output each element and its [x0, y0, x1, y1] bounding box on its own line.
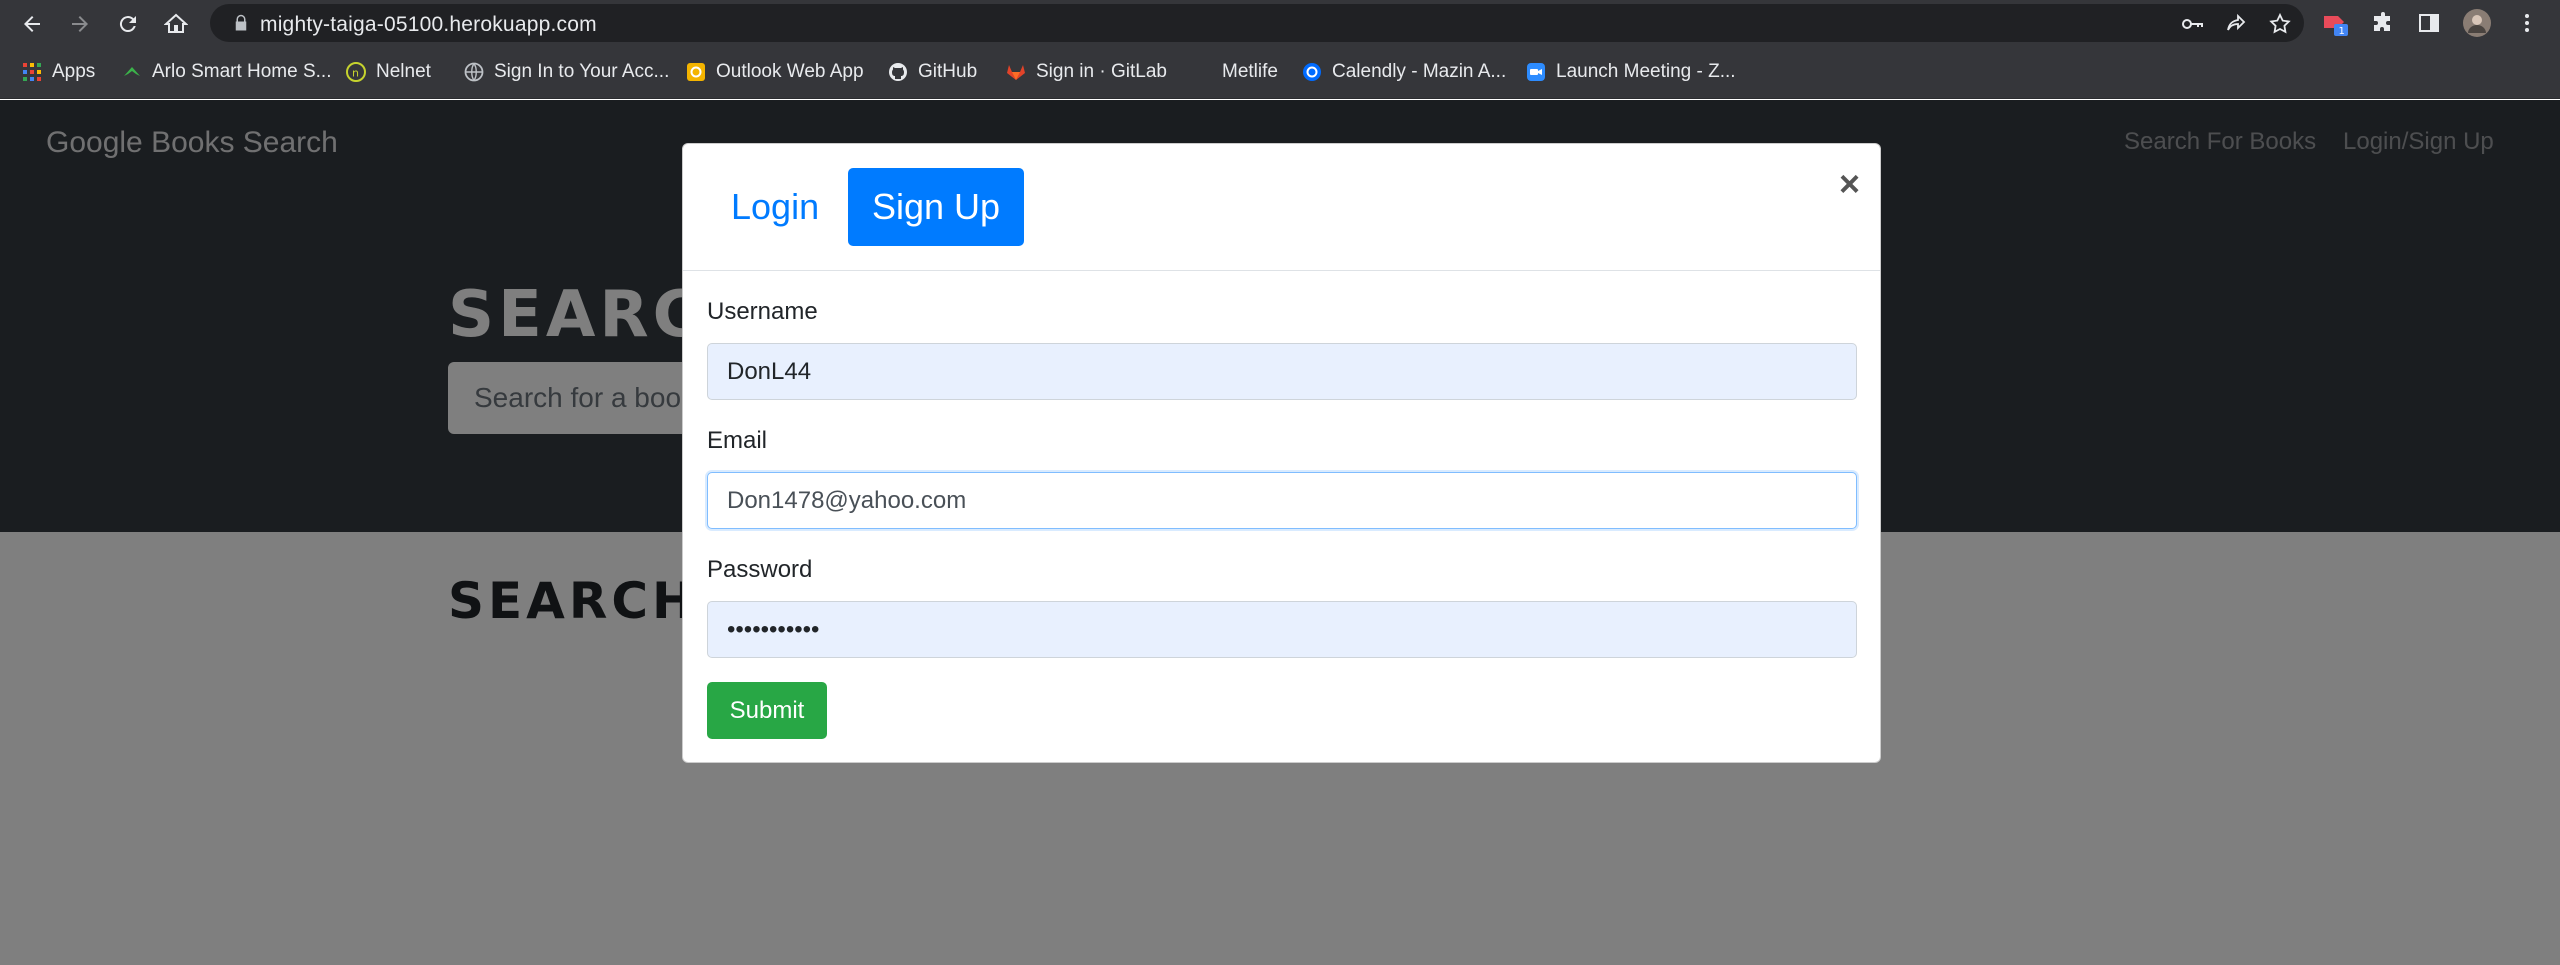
modal-header: Login Sign Up ×	[683, 144, 1880, 271]
submit-button[interactable]: Submit	[707, 682, 827, 739]
bookmark-calendly[interactable]: Calendly - Mazin A...	[1302, 57, 1506, 87]
metlife-icon	[1192, 62, 1212, 82]
reload-icon[interactable]	[110, 6, 146, 42]
profile-avatar[interactable]	[2462, 8, 2492, 38]
address-bar[interactable]: mighty-taiga-05100.herokuapp.com	[210, 4, 2304, 42]
arlo-icon	[124, 67, 140, 76]
extensions-puzzle-icon[interactable]	[2368, 8, 2398, 38]
bookmark-outlook[interactable]: Outlook Web App	[686, 57, 864, 87]
signup-modal: Login Sign Up × Username DonL44 Email Do…	[682, 143, 1881, 763]
bookmark-metlife[interactable]: Metlife	[1192, 57, 1278, 87]
share-icon[interactable]	[2224, 12, 2248, 36]
gitlab-icon	[1007, 65, 1025, 80]
outlook-icon	[687, 63, 705, 81]
key-icon[interactable]	[2180, 12, 2204, 36]
forward-icon[interactable]	[62, 6, 98, 42]
bookmark-gitlab[interactable]: Sign in · GitLab	[1006, 57, 1167, 87]
bookmark-zoom[interactable]: Launch Meeting - Z...	[1526, 57, 1736, 87]
bookmark-sign-in[interactable]: Sign In to Your Acc...	[464, 57, 669, 87]
email-label: Email	[707, 427, 768, 454]
browser-toolbar: mighty-taiga-05100.herokuapp.com 1	[0, 0, 2560, 47]
bookmark-nelnet[interactable]: n Nelnet	[346, 57, 431, 87]
side-panel-icon[interactable]	[2414, 8, 2444, 38]
tab-signup[interactable]: Sign Up	[848, 168, 1025, 246]
zoom-icon	[1527, 63, 1545, 81]
nelnet-icon: n	[346, 62, 366, 82]
bookmark-github[interactable]: GitHub	[888, 57, 977, 87]
username-label: Username	[707, 298, 818, 325]
username-field[interactable]: DonL44	[707, 343, 1857, 400]
password-field[interactable]: •••••••••••	[707, 601, 1857, 658]
password-label: Password	[707, 556, 813, 583]
bookmark-star-icon[interactable]	[2268, 12, 2292, 36]
lock-icon[interactable]	[232, 14, 250, 32]
bookmarks-bar: Apps Arlo Smart Home S... n Nelnet Sign …	[0, 47, 2560, 99]
extension-icon[interactable]: 1	[2320, 8, 2350, 38]
bookmark-apps[interactable]: Apps	[22, 57, 95, 87]
globe-icon	[464, 62, 484, 82]
svg-text:1: 1	[2339, 26, 2345, 37]
bookmark-arlo[interactable]: Arlo Smart Home S...	[122, 57, 332, 87]
calendly-icon	[1303, 63, 1321, 81]
github-icon	[889, 63, 907, 81]
home-icon[interactable]	[158, 6, 194, 42]
tab-login[interactable]: Login	[707, 168, 843, 246]
close-icon[interactable]: ×	[1839, 166, 1860, 202]
browser-menu-icon[interactable]	[2512, 8, 2542, 38]
back-icon[interactable]	[14, 6, 50, 42]
svg-text:n: n	[352, 67, 359, 80]
url-text[interactable]: mighty-taiga-05100.herokuapp.com	[260, 13, 597, 37]
email-field[interactable]: Don1478@yahoo.com	[707, 472, 1857, 529]
apps-grid-icon	[23, 63, 41, 81]
